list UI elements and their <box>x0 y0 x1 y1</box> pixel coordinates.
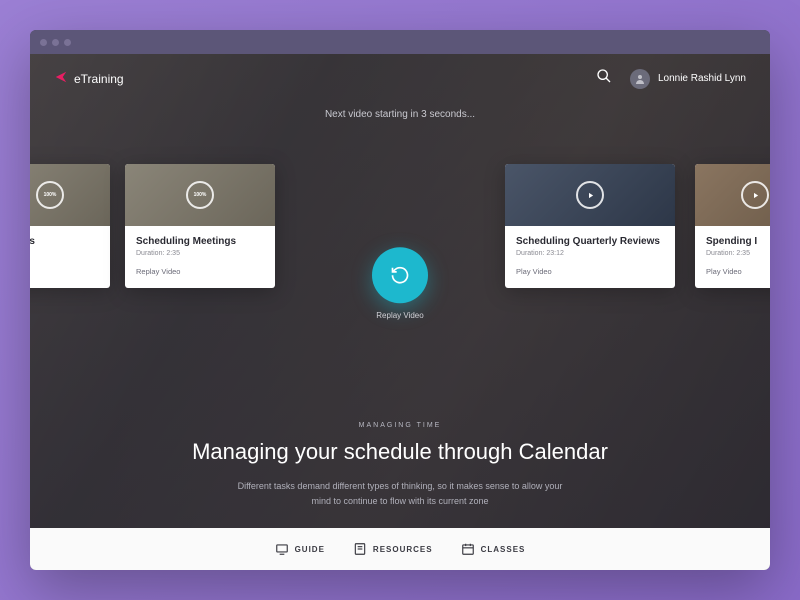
window-control-dot[interactable] <box>64 39 71 46</box>
replay-button[interactable]: Replay Video <box>372 247 428 320</box>
video-card[interactable]: Spending I Duration: 2:35 Play Video <box>695 164 770 288</box>
play-icon <box>576 181 604 209</box>
avatar <box>630 69 650 89</box>
header-right: Lonnie Rashid Lynn <box>596 68 746 89</box>
section-eyebrow: MANAGING TIME <box>110 422 690 429</box>
tab-guide[interactable]: GUIDE <box>275 542 325 556</box>
hero: eTraining Lonnie Rashid Lynn Next video … <box>30 54 770 528</box>
header: eTraining Lonnie Rashid Lynn <box>30 54 770 103</box>
tab-label: CLASSES <box>481 545 526 554</box>
tab-classes[interactable]: CLASSES <box>461 542 526 556</box>
video-title: Scheduling Quarterly Reviews <box>516 236 664 247</box>
video-card[interactable]: Scheduling Quarterly Reviews Duration: 2… <box>505 164 675 288</box>
replay-icon <box>372 247 428 303</box>
replay-label: Replay Video <box>372 311 428 320</box>
video-thumb <box>695 164 770 226</box>
window-control-dot[interactable] <box>40 39 47 46</box>
video-action[interactable]: Replay Video <box>136 267 264 276</box>
tab-label: RESOURCES <box>373 545 433 554</box>
card-body: Scheduling Quarterly Reviews Duration: 2… <box>505 226 675 288</box>
video-duration: Duration: 23:12 <box>516 250 664 257</box>
logo[interactable]: eTraining <box>54 70 124 87</box>
video-duration: 14:24 <box>30 250 99 257</box>
video-thumb: 100% <box>30 164 110 226</box>
video-action[interactable]: Play Video <box>706 267 770 276</box>
progress-ring: 100% <box>186 181 214 209</box>
logo-icon <box>54 70 68 87</box>
video-thumb: 100% <box>125 164 275 226</box>
section-content: MANAGING TIME Managing your schedule thr… <box>30 422 770 508</box>
section-headline: Managing your schedule through Calendar <box>110 439 690 465</box>
video-action[interactable]: Play Video <box>516 267 664 276</box>
play-icon <box>741 181 769 209</box>
section-description: Different tasks demand different types o… <box>230 479 570 508</box>
countdown-text: Next video starting in 3 seconds... <box>30 109 770 120</box>
user-name: Lonnie Rashid Lynn <box>658 73 746 84</box>
tab-label: GUIDE <box>295 545 325 554</box>
app-window: eTraining Lonnie Rashid Lynn Next video … <box>30 30 770 570</box>
bottom-tabs: GUIDE RESOURCES CLASSES <box>30 528 770 570</box>
card-body: Spending I Duration: 2:35 Play Video <box>695 226 770 288</box>
video-duration: Duration: 2:35 <box>136 250 264 257</box>
progress-ring: 100% <box>36 181 64 209</box>
card-body: Rooms 14:24 ideo <box>30 226 110 288</box>
user-menu[interactable]: Lonnie Rashid Lynn <box>630 69 746 89</box>
search-icon[interactable] <box>596 68 612 89</box>
video-card[interactable]: 100% Scheduling Meetings Duration: 2:35 … <box>125 164 275 288</box>
titlebar <box>30 30 770 54</box>
video-action[interactable]: ideo <box>30 267 99 276</box>
video-duration: Duration: 2:35 <box>706 250 770 257</box>
video-title: Rooms <box>30 236 99 247</box>
card-body: Scheduling Meetings Duration: 2:35 Repla… <box>125 226 275 288</box>
video-card[interactable]: 100% Rooms 14:24 ideo <box>30 164 110 288</box>
tab-resources[interactable]: RESOURCES <box>353 542 433 556</box>
video-title: Scheduling Meetings <box>136 236 264 247</box>
brand-text: eTraining <box>74 72 124 86</box>
window-control-dot[interactable] <box>52 39 59 46</box>
video-thumb <box>505 164 675 226</box>
video-title: Spending I <box>706 236 770 247</box>
